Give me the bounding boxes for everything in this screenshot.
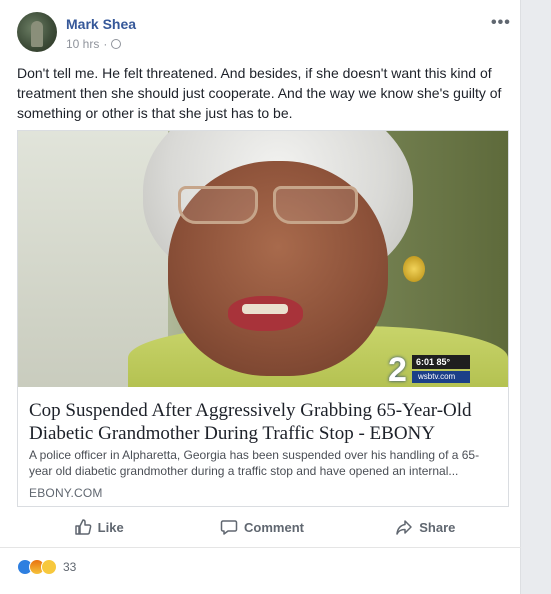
shared-link[interactable]: 6:01 85° wsbtv.com 2 Cop Suspended After… bbox=[17, 130, 509, 507]
sad-reaction-icon bbox=[41, 559, 57, 575]
meta-separator: · bbox=[103, 37, 108, 51]
action-bar: Like Comment Share bbox=[17, 508, 507, 546]
reactions-summary[interactable]: 33 bbox=[17, 558, 76, 576]
post-time[interactable]: 10 hrs bbox=[66, 37, 99, 51]
thumbs-up-icon bbox=[74, 519, 92, 535]
link-image[interactable]: 6:01 85° wsbtv.com 2 bbox=[18, 131, 508, 387]
comment-icon bbox=[220, 520, 238, 535]
link-description: A police officer in Alpharetta, Georgia … bbox=[29, 448, 480, 478]
comment-label: Comment bbox=[244, 519, 304, 535]
post-card: Mark Shea 10 hrs · ••• Don't tell me. He… bbox=[0, 0, 521, 594]
more-options-button[interactable]: ••• bbox=[491, 14, 511, 32]
like-label: Like bbox=[97, 519, 124, 535]
share-icon bbox=[396, 520, 412, 535]
globe-icon[interactable] bbox=[111, 39, 122, 49]
tv-station-logo: 6:01 85° wsbtv.com 2 bbox=[388, 351, 470, 387]
post-meta: 10 hrs · bbox=[66, 37, 122, 51]
tv-site-label: wsbtv.com bbox=[412, 371, 470, 383]
share-label: Share bbox=[419, 519, 456, 535]
reaction-count[interactable]: 33 bbox=[63, 560, 76, 574]
channel-number: 2 bbox=[388, 351, 407, 387]
author-name[interactable]: Mark Shea bbox=[66, 16, 136, 32]
post-text: Don't tell me. He felt threatened. And b… bbox=[17, 65, 502, 121]
post-header: Mark Shea 10 hrs · ••• bbox=[17, 12, 517, 56]
comment-button[interactable]: Comment bbox=[180, 508, 343, 546]
avatar[interactable] bbox=[17, 12, 57, 52]
like-button[interactable]: Like bbox=[17, 508, 180, 546]
link-domain: EBONY.COM bbox=[29, 486, 103, 500]
share-button[interactable]: Share bbox=[344, 508, 507, 546]
tv-time-bar: 6:01 85° bbox=[412, 355, 470, 369]
link-title[interactable]: Cop Suspended After Aggressively Grabbin… bbox=[29, 399, 499, 445]
divider bbox=[0, 547, 521, 548]
